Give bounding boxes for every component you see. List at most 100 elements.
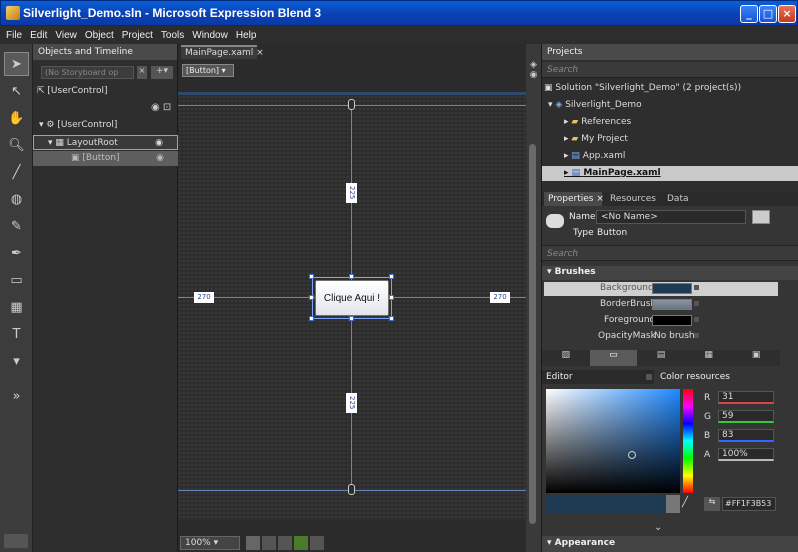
pan-tool-icon[interactable]: ✋ (4, 106, 29, 130)
vertical-scrollbar[interactable] (526, 64, 540, 534)
control-tool-icon[interactable]: ▾ (4, 349, 29, 373)
minimize-button[interactable]: _ (740, 5, 758, 23)
new-storyboard-button[interactable]: +▾ (151, 66, 173, 79)
paint-bucket-tool-icon[interactable]: ◍ (4, 187, 29, 211)
color-cursor[interactable] (628, 451, 636, 459)
resize-handle[interactable] (349, 274, 354, 279)
pencil-tool-icon[interactable]: ✎ (4, 214, 29, 238)
hex-input[interactable]: #FF1F3B53 (722, 497, 776, 511)
annotations-icon[interactable] (310, 536, 324, 550)
solution-item[interactable]: ▣ Solution "Silverlight_Demo" (2 project… (542, 81, 798, 96)
menu-file[interactable]: File (6, 30, 22, 41)
workspace-toggle-icon[interactable] (4, 534, 28, 548)
background-brush-row[interactable]: Background (544, 282, 778, 296)
view-toggle-icons[interactable]: ◈ ◉ (526, 60, 541, 90)
vertical-scroll-thumb[interactable] (529, 144, 536, 524)
pen-tool-icon[interactable]: ✒ (4, 241, 29, 265)
menu-window[interactable]: Window (192, 30, 228, 41)
breadcrumb[interactable]: [Button] ▾ (182, 64, 234, 77)
event-toggle-icon[interactable] (752, 210, 770, 224)
maximize-button[interactable]: □ (759, 5, 777, 23)
bottom-anchor-icon[interactable] (348, 484, 355, 495)
advanced-options-icon[interactable] (694, 301, 699, 306)
tab-properties[interactable]: Properties × (544, 192, 604, 206)
zoom-tool-icon[interactable]: 🔍︎ (4, 133, 29, 157)
a-input[interactable]: 100% (718, 448, 774, 461)
advanced-options-icon[interactable] (694, 333, 699, 338)
color-mode-icon[interactable]: ⇆ (704, 497, 720, 511)
resize-handle[interactable] (389, 295, 394, 300)
no-brush-icon[interactable]: ▨ (542, 350, 590, 366)
app-xaml-item[interactable]: ▸ ▤ App.xaml (542, 149, 798, 164)
tab-editor[interactable]: Editor (542, 370, 654, 384)
appearance-section-header[interactable]: ▾ Appearance (542, 536, 798, 552)
tree-item-layoutroot[interactable]: ▾ ▦ LayoutRoot ◉ (33, 135, 178, 150)
grid-tool-icon[interactable]: ▦ (4, 295, 29, 319)
eyedropper-tool-icon[interactable]: ╱ (4, 160, 29, 184)
tab-resources[interactable]: Resources (610, 194, 656, 204)
borderbrush-row[interactable]: BorderBrush (544, 298, 778, 312)
resize-handle[interactable] (349, 316, 354, 321)
color-field[interactable] (546, 389, 680, 493)
mainpage-xaml-item[interactable]: ▸ ▤ MainPage.xaml (542, 166, 798, 181)
selection-tool-icon[interactable]: ➤ (4, 52, 29, 76)
b-input[interactable]: 83 (718, 429, 774, 442)
snap-snaplines-icon[interactable] (294, 536, 308, 550)
storyboard-close-icon[interactable]: × (137, 66, 147, 79)
advanced-options-icon[interactable] (694, 317, 699, 322)
borderbrush-swatch[interactable] (652, 299, 692, 310)
visibility-toggle-icon[interactable]: ◉ ⊡ (151, 102, 171, 113)
snap-grid-icon[interactable] (262, 536, 276, 550)
brush-resources-icon[interactable]: ▣ (732, 350, 780, 366)
tree-item-button[interactable]: ▣ [Button] ◉ (33, 151, 178, 166)
properties-search-input[interactable]: Search (542, 245, 798, 261)
background-swatch[interactable] (652, 283, 692, 294)
references-item[interactable]: ▸ ▰ References (542, 115, 798, 130)
menu-project[interactable]: Project (122, 30, 153, 41)
top-anchor-icon[interactable] (348, 99, 355, 110)
expand-chevron-icon[interactable]: ⌄ (654, 522, 662, 533)
gradient-brush-icon[interactable]: ▤ (637, 350, 685, 366)
tree-item-usercontrol[interactable]: ▾ ⚙ [UserControl] (33, 118, 178, 133)
clique-aqui-button[interactable]: Clique Aqui ! (315, 280, 389, 316)
snap-gridlines-icon[interactable] (278, 536, 292, 550)
hue-slider[interactable] (683, 389, 693, 493)
direct-selection-tool-icon[interactable]: ↖ (4, 79, 29, 103)
advanced-options-icon[interactable] (694, 285, 699, 290)
menu-object[interactable]: Object (85, 30, 114, 41)
tab-data[interactable]: Data (667, 194, 689, 204)
resize-handle[interactable] (309, 295, 314, 300)
rectangle-tool-icon[interactable]: ▭ (4, 268, 29, 292)
foreground-row[interactable]: Foreground (544, 314, 778, 328)
eyedropper-icon[interactable]: ╱ (682, 497, 696, 511)
project-item[interactable]: ▾ ◈ Silverlight_Demo (542, 98, 798, 113)
canvas[interactable]: 225 225 270 270 Clique Aqui ! (178, 95, 526, 520)
brushes-section-header[interactable]: ▾ Brushes (542, 266, 798, 280)
resize-handle[interactable] (389, 274, 394, 279)
zoom-dropdown[interactable]: 100% ▾ (180, 536, 240, 550)
editor-options-icon[interactable] (646, 374, 652, 380)
g-input[interactable]: 59 (718, 410, 774, 423)
effects-toggle-icon[interactable] (246, 536, 260, 550)
storyboard-picker[interactable]: (No Storyboard op (41, 66, 134, 79)
menu-help[interactable]: Help (236, 30, 257, 41)
r-input[interactable]: 31 (718, 391, 774, 404)
tab-color-resources[interactable]: Color resources (660, 372, 730, 382)
menu-tools[interactable]: Tools (161, 30, 184, 41)
tab-mainpage[interactable]: MainPage.xaml × (181, 45, 264, 59)
textblock-tool-icon[interactable]: T (4, 322, 29, 346)
eye-icon[interactable]: ◉ (156, 151, 164, 166)
selection-adorner[interactable]: Clique Aqui ! (312, 277, 392, 319)
name-input[interactable]: <No Name> (596, 210, 746, 224)
resize-handle[interactable] (309, 274, 314, 279)
eye-icon[interactable]: ◉ (155, 136, 163, 151)
resize-handle[interactable] (309, 316, 314, 321)
menu-view[interactable]: View (55, 30, 77, 41)
projects-search-input[interactable]: Search (542, 62, 798, 78)
close-button[interactable]: × (778, 5, 796, 23)
solid-brush-icon[interactable]: ▭ (589, 350, 638, 366)
tile-brush-icon[interactable]: ▦ (685, 350, 733, 366)
menu-edit[interactable]: Edit (30, 30, 47, 41)
asset-library-icon[interactable]: » (4, 384, 29, 408)
my-project-item[interactable]: ▸ ▰ My Project (542, 132, 798, 147)
